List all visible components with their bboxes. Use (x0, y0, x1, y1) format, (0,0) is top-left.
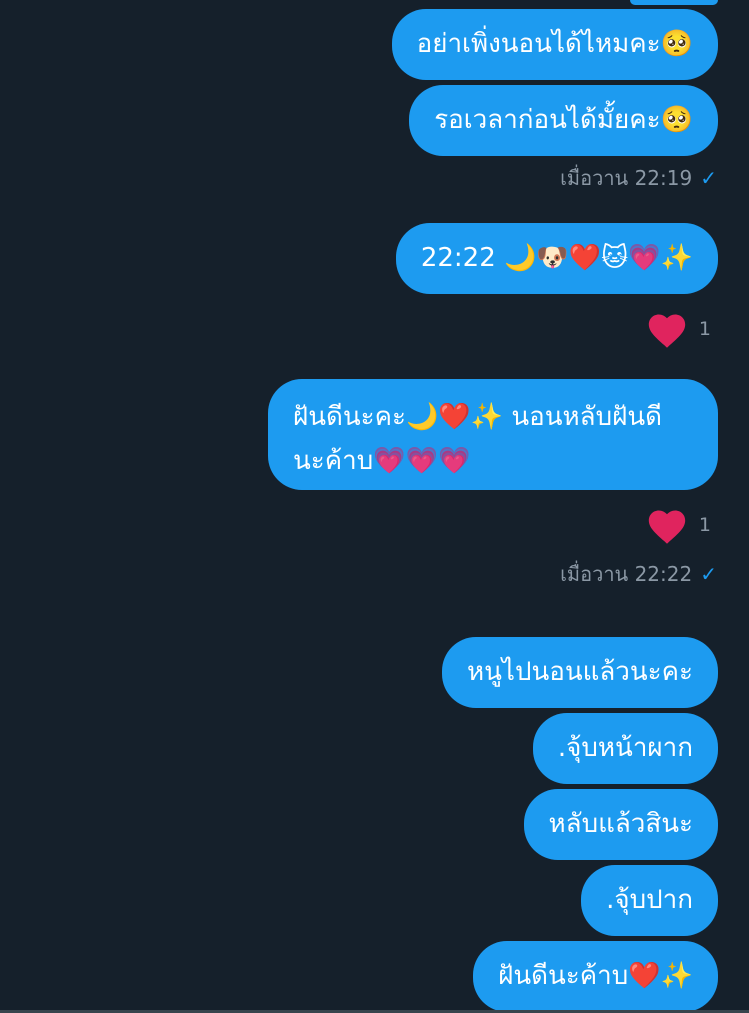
reaction-count: 1 (698, 318, 711, 340)
message-bubble[interactable]: หลับแล้วสินะ (523, 789, 718, 860)
sent-check-icon: ✓ (700, 166, 717, 190)
timestamp-text: เมื่อวาน 22:22 (560, 562, 693, 586)
timestamp-text: เมื่อวาน 22:19 (560, 166, 693, 190)
message-text: หนูไปนอนแล้วนะคะ (466, 657, 693, 687)
message-reaction[interactable]: 1 (645, 309, 711, 349)
message-text: อย่าเพิ่งนอนได้ไหมคะ🥺 (416, 29, 693, 59)
message-timestamp: เมื่อวาน 22:19 ✓ (560, 165, 717, 191)
previous-message-bubble[interactable] (630, 0, 718, 5)
sent-check-icon: ✓ (700, 562, 717, 586)
message-bubble[interactable]: .จุ้บหน้าผาก (532, 713, 718, 784)
message-bubble[interactable]: 22:22 🌙🐶❤️🐱💗✨ (395, 223, 718, 294)
dm-conversation: อย่าเพิ่งนอนได้ไหมคะ🥺 รอเวลาก่อนได้มั้ยค… (0, 0, 749, 1013)
message-text: ฝันดีนะค้าบ❤️✨ (498, 961, 693, 991)
message-text: หลับแล้วสินะ (548, 809, 693, 839)
message-bubble[interactable]: ฝันดีนะคะ🌙❤️✨ นอนหลับฝันดีนะค้าบ💗💗💗 (268, 379, 718, 490)
message-reaction[interactable]: 1 (645, 505, 711, 545)
message-bubble[interactable]: อย่าเพิ่งนอนได้ไหมคะ🥺 (391, 9, 718, 80)
message-text: รอเวลาก่อนได้มั้ยคะ🥺 (434, 105, 693, 135)
message-bubble[interactable]: .จุ้บปาก (581, 865, 718, 936)
message-bubble[interactable]: รอเวลาก่อนได้มั้ยคะ🥺 (409, 85, 718, 156)
reaction-count: 1 (698, 514, 711, 536)
message-text: ฝันดีนะคะ🌙❤️✨ นอนหลับฝันดีนะค้าบ💗💗💗 (293, 402, 663, 476)
message-text: 22:22 🌙🐶❤️🐱💗✨ (420, 243, 693, 273)
heart-icon (648, 510, 686, 544)
message-text: .จุ้บหน้าผาก (557, 733, 693, 763)
message-bubble[interactable]: ฝันดีนะค้าบ❤️✨ (473, 941, 718, 1012)
heart-icon (648, 314, 686, 348)
message-bubble[interactable]: หนูไปนอนแล้วนะคะ (441, 637, 718, 708)
message-timestamp: เมื่อวาน 22:22 ✓ (560, 561, 717, 587)
message-text: .จุ้บปาก (606, 885, 693, 915)
